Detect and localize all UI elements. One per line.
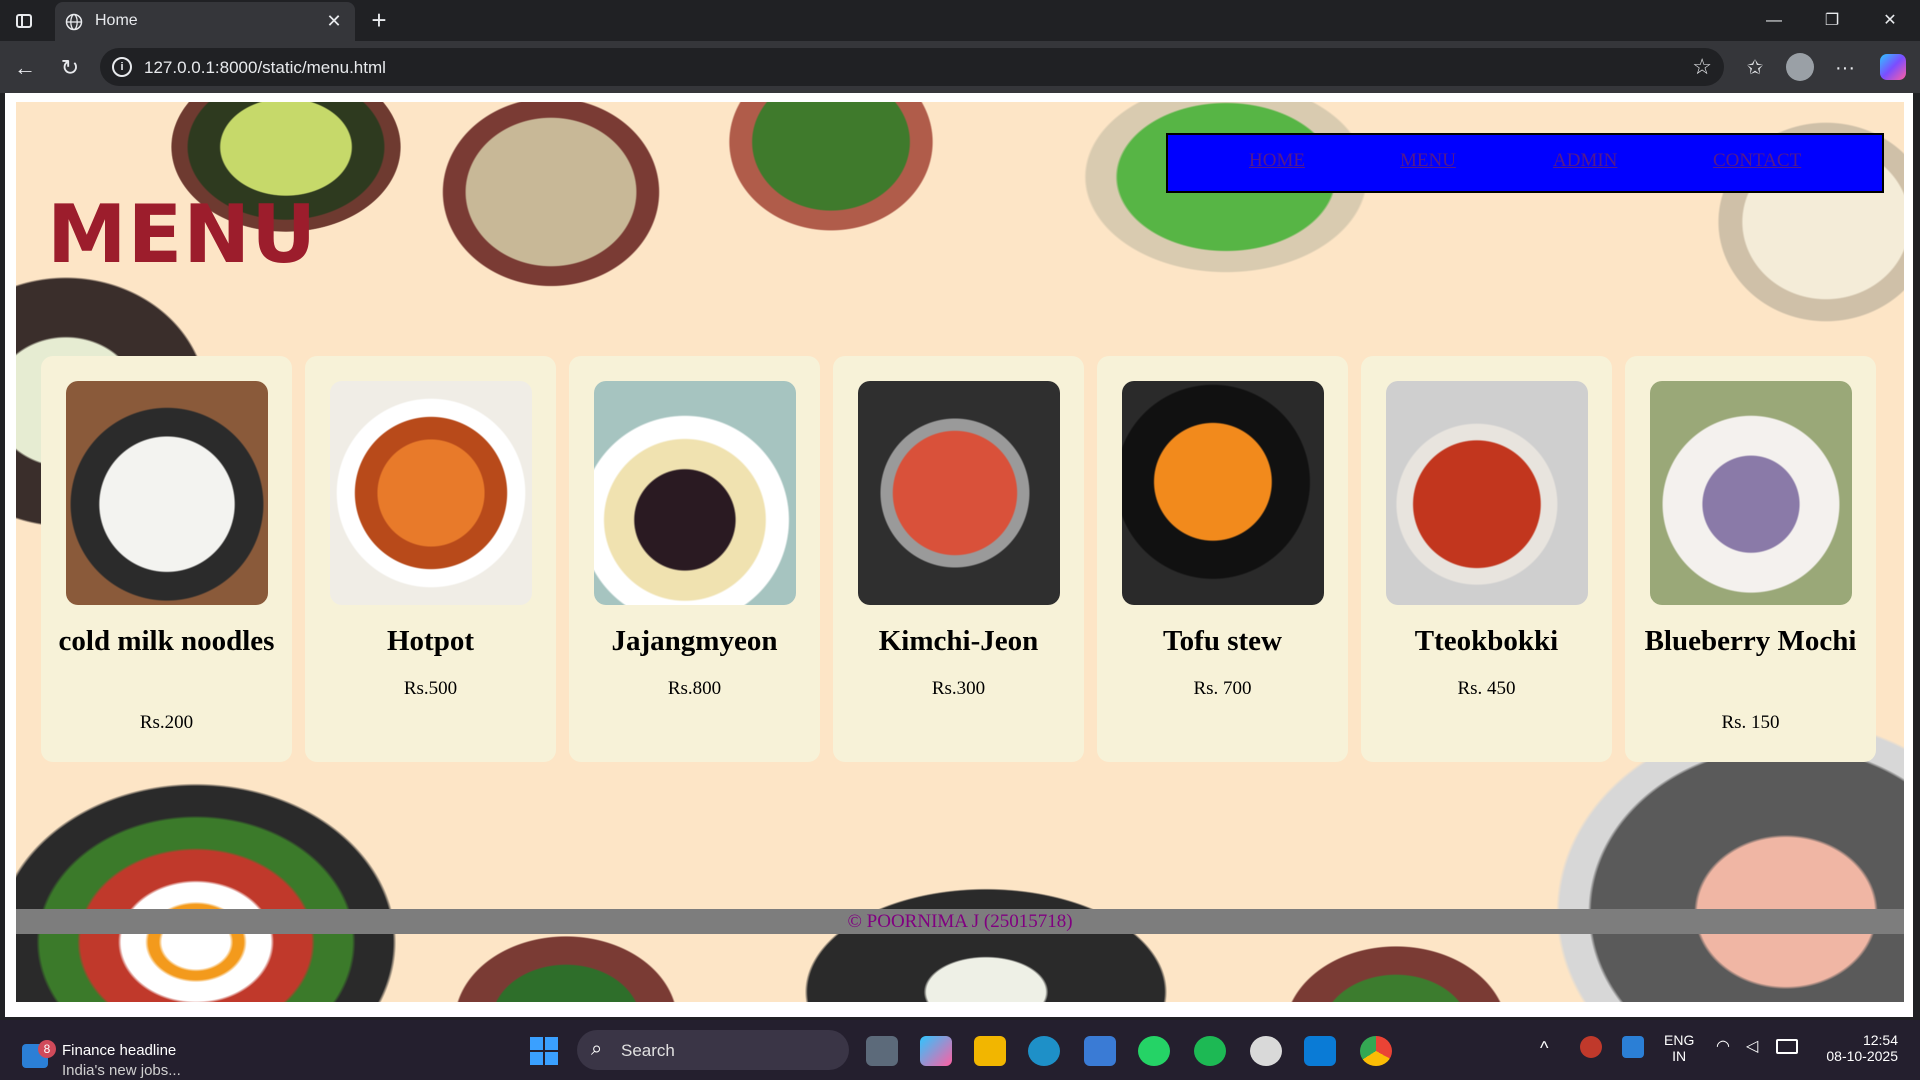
page-title: MENU: [47, 188, 318, 281]
menu-card: Hotpot Rs.500: [305, 356, 556, 762]
language-indicator[interactable]: ENG IN: [1664, 1032, 1694, 1064]
tab-strip: Home ✕ + — ❐ ✕: [0, 0, 1920, 41]
profile-avatar[interactable]: [1786, 53, 1814, 81]
wifi-icon[interactable]: ◠: [1716, 1036, 1730, 1056]
close-tab-icon[interactable]: ✕: [321, 8, 347, 34]
language-code: ENG: [1664, 1032, 1695, 1048]
menu-card: Jajangmyeon Rs.800: [569, 356, 820, 762]
favorites-icon[interactable]: ✩: [1738, 51, 1772, 85]
favorite-star-icon[interactable]: ☆: [1692, 54, 1712, 80]
vscode-icon[interactable]: [1304, 1036, 1336, 1066]
restore-button[interactable]: ❐: [1803, 0, 1861, 41]
menu-card: Tteokbokki Rs. 450: [1361, 356, 1612, 762]
background-food-bowl: [436, 102, 666, 292]
clock-date: 08-10-2025: [1826, 1048, 1898, 1064]
dish-price: Rs.200: [139, 712, 194, 733]
news-subtitle: India's new jobs...: [62, 1062, 181, 1079]
reload-button[interactable]: ↻: [53, 51, 87, 85]
dish-price: Rs. 700: [1193, 678, 1252, 699]
dish-photo: [1386, 381, 1588, 605]
background-food-bowl: [716, 102, 946, 242]
globe-icon: [65, 13, 83, 31]
dish-photo: [1122, 381, 1324, 605]
dish-photo: [594, 381, 796, 605]
menu-card: Kimchi-Jeon Rs.300: [833, 356, 1084, 762]
taskbar: 8 Finance headline India's new jobs... ⌕…: [0, 1020, 1920, 1080]
battery-icon[interactable]: [1776, 1039, 1798, 1054]
copilot-app-icon[interactable]: [920, 1036, 952, 1066]
news-title: Finance headline: [62, 1042, 177, 1059]
nav-link-contact[interactable]: CONTACT: [1713, 150, 1801, 172]
dish-price: Rs.500: [403, 678, 458, 699]
dish-name: Tteokbokki: [1414, 625, 1559, 657]
nav-link-home[interactable]: HOME: [1249, 150, 1305, 172]
url-text[interactable]: 127.0.0.1:8000/static/menu.html: [144, 58, 386, 78]
minimize-button[interactable]: —: [1745, 0, 1803, 41]
onedrive-icon[interactable]: [1580, 1036, 1602, 1058]
background-food-bowl: [436, 922, 696, 1002]
page-footer: © POORNIMA J (25015718): [16, 909, 1904, 934]
top-nav: HOME MENU ADMIN CONTACT: [1166, 133, 1884, 193]
dish-name: cold milk noodles: [58, 625, 275, 657]
chatgpt-icon[interactable]: [1250, 1036, 1282, 1066]
background-food-bowl: [16, 752, 436, 1002]
taskbar-search[interactable]: ⌕ Search: [577, 1030, 849, 1070]
background-food-bowl: [1266, 932, 1526, 1002]
menu-page: MENU HOME MENU ADMIN CONTACT cold milk n…: [16, 102, 1904, 1002]
back-button[interactable]: ←: [8, 51, 42, 85]
dish-photo: [1650, 381, 1852, 605]
tab-title: Home: [95, 12, 138, 29]
copilot-icon[interactable]: [1880, 54, 1906, 80]
notification-badge: 8: [38, 1040, 56, 1058]
dish-photo: [858, 381, 1060, 605]
dish-name: Jajangmyeon: [611, 625, 778, 657]
more-menu-icon[interactable]: ···: [1828, 51, 1862, 85]
background-food-bowl: [1056, 102, 1396, 292]
site-info-icon[interactable]: i: [112, 57, 132, 77]
sidebar-icon: [16, 14, 32, 28]
region-code: IN: [1672, 1048, 1687, 1064]
file-explorer-icon[interactable]: [974, 1036, 1006, 1066]
dish-name: Tofu stew: [1163, 625, 1282, 657]
store-icon[interactable]: [1084, 1036, 1116, 1066]
clock[interactable]: 12:54 08-10-2025: [1812, 1032, 1898, 1064]
menu-card: Blueberry Mochi Rs. 150: [1625, 356, 1876, 762]
menu-card: Tofu stew Rs. 700: [1097, 356, 1348, 762]
spotify-icon[interactable]: [1194, 1036, 1226, 1066]
close-window-button[interactable]: ✕: [1861, 0, 1919, 41]
new-tab-button[interactable]: +: [364, 6, 394, 36]
menu-card: cold milk noodles Rs.200: [41, 356, 292, 762]
dish-price: Rs.300: [931, 678, 986, 699]
whatsapp-icon[interactable]: [1138, 1036, 1170, 1066]
search-label: Search: [621, 1041, 675, 1060]
nav-link-menu[interactable]: MENU: [1400, 150, 1456, 172]
tab-home[interactable]: Home ✕: [55, 2, 355, 41]
address-bar[interactable]: i 127.0.0.1:8000/static/menu.html ☆: [100, 48, 1724, 86]
dish-price: Rs. 150: [1721, 712, 1780, 733]
search-icon: ⌕: [591, 1038, 603, 1060]
dish-price: Rs.800: [667, 678, 722, 699]
browser-toolbar: ← ↻ i 127.0.0.1:8000/static/menu.html ☆ …: [0, 41, 1920, 93]
dish-name: Hotpot: [387, 625, 474, 657]
nav-link-admin[interactable]: ADMIN: [1553, 150, 1617, 172]
start-button[interactable]: [530, 1037, 558, 1065]
clock-time: 12:54: [1862, 1032, 1898, 1048]
browser-viewport: MENU HOME MENU ADMIN CONTACT cold milk n…: [5, 93, 1913, 1017]
dish-name: Blueberry Mochi: [1644, 625, 1857, 657]
tab-actions-button[interactable]: [10, 8, 38, 34]
show-hidden-icons[interactable]: ^: [1540, 1038, 1548, 1059]
dish-name: Kimchi-Jeon: [878, 625, 1039, 657]
dish-photo: [330, 381, 532, 605]
dish-photo: [66, 381, 268, 605]
chrome-icon[interactable]: [1360, 1036, 1392, 1066]
dish-price: Rs. 450: [1457, 678, 1516, 699]
edge-icon[interactable]: [1028, 1036, 1060, 1066]
background-food-bowl: [776, 872, 1196, 1002]
security-icon[interactable]: [1622, 1036, 1644, 1058]
task-view-icon[interactable]: [866, 1036, 898, 1066]
volume-icon[interactable]: ◁: [1746, 1036, 1758, 1056]
